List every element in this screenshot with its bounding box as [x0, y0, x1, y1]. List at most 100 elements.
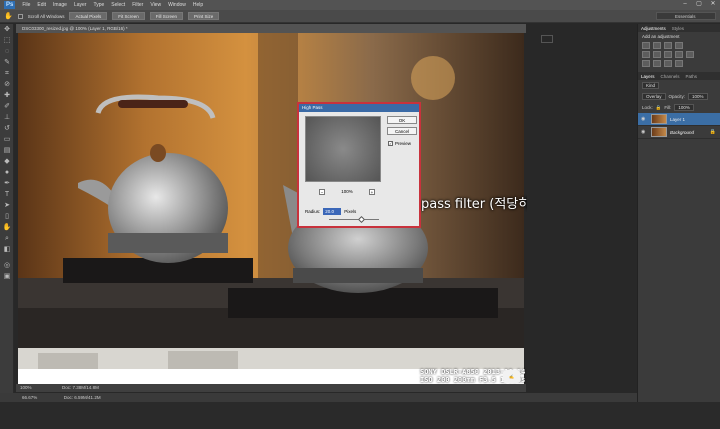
gradient-tool-icon[interactable]: ▤ [0, 145, 14, 156]
preview-option[interactable]: ✓ Preview [388, 141, 411, 146]
threshold-icon[interactable] [664, 60, 672, 67]
layer-row-layer1[interactable]: ◉ Layer 1 [638, 113, 720, 126]
menu-view[interactable]: View [150, 2, 161, 8]
quick-mask-icon[interactable]: ◎ [0, 260, 14, 271]
zoom-in-button[interactable]: + [368, 188, 375, 195]
tab-styles[interactable]: Styles [672, 26, 684, 31]
collapsed-panel-icon[interactable] [541, 35, 553, 43]
ok-button[interactable]: OK [387, 116, 417, 124]
brightness-icon[interactable] [642, 42, 650, 49]
adjustment-icons-row-3 [638, 59, 720, 68]
document-tab[interactable]: DSC03300_resized.jpg @ 100% (Layer 1, RG… [16, 24, 526, 33]
screen-mode-icon[interactable]: ▣ [0, 271, 14, 282]
brush-tool-icon[interactable]: ✐ [0, 101, 14, 112]
exposure-icon[interactable] [675, 42, 683, 49]
menu-filter[interactable]: Filter [132, 2, 143, 8]
tab-adjustments[interactable]: Adjustments [641, 26, 666, 31]
doc-size-readout[interactable]: Doc: 7.38M/14.8M [62, 385, 99, 390]
move-tool-icon[interactable]: ✥ [0, 24, 14, 35]
pen-tool-icon[interactable]: ✒ [0, 178, 14, 189]
eyedropper-tool-icon[interactable]: ⊘ [0, 79, 14, 90]
eraser-tool-icon[interactable]: ▭ [0, 134, 14, 145]
print-size-button[interactable]: Print Size [188, 12, 220, 20]
layer-row-background[interactable]: ◉ Background 🔒 [638, 126, 720, 139]
photo-filter-icon[interactable] [686, 51, 694, 58]
close-button[interactable]: ✕ [706, 0, 720, 9]
levels-icon[interactable] [653, 42, 661, 49]
stamp-tool-icon[interactable]: ⊥ [0, 112, 14, 123]
visibility-eye-icon[interactable]: ◉ [641, 116, 648, 122]
tab-layers[interactable]: Layers [641, 74, 655, 79]
bw-icon[interactable] [675, 51, 683, 58]
menu-select[interactable]: Select [111, 2, 125, 8]
zoom-tool-icon[interactable]: ⌕ [0, 233, 14, 244]
blend-mode-select[interactable]: Overlay [642, 93, 666, 100]
menu-help[interactable]: Help [193, 2, 203, 8]
filter-preview-pane[interactable] [305, 116, 381, 182]
photoshop-logo: Ps [4, 1, 16, 9]
doc-size-readout-2[interactable]: Doc: 6.59M/41.2M [64, 395, 101, 400]
path-select-tool-icon[interactable]: ➤ [0, 200, 14, 211]
workspace-switcher[interactable]: Essentials [656, 12, 716, 20]
zoom-readout-2[interactable]: 66.67% [22, 395, 37, 400]
opacity-label: Opacity: [668, 94, 686, 99]
fill-screen-button[interactable]: Fill Screen [149, 12, 184, 20]
adjustment-icons-row-2 [638, 50, 720, 59]
type-tool-icon[interactable]: T [0, 189, 14, 200]
maximize-button[interactable]: ▢ [692, 0, 706, 9]
vibrance-icon[interactable] [642, 51, 650, 58]
opacity-input[interactable]: 100% [688, 93, 708, 100]
shape-tool-icon[interactable]: ▯ [0, 211, 14, 222]
menu-edit[interactable]: Edit [37, 2, 46, 8]
hand-tool-icon: ✋ [4, 13, 13, 20]
lock-label: Lock: [642, 105, 653, 110]
radius-slider-handle[interactable] [357, 215, 366, 224]
fill-input[interactable]: 100% [674, 104, 694, 111]
options-bar: ✋ Scroll All Windows Actual Pixels Fit S… [0, 10, 720, 23]
layers-tabs: Layers Channels Paths [638, 72, 720, 80]
menu-file[interactable]: File [22, 2, 30, 8]
layer-thumbnail [651, 127, 667, 137]
crop-tool-icon[interactable]: ⌗ [0, 68, 14, 79]
gradient-map-icon[interactable] [675, 60, 683, 67]
menu-layer[interactable]: Layer [74, 2, 87, 8]
lock-row: Lock: 🔒 Fill: 100% [638, 102, 720, 113]
blur-tool-icon[interactable]: ◆ [0, 156, 14, 167]
marquee-tool-icon[interactable]: ⬚ [0, 35, 14, 46]
quick-select-tool-icon[interactable]: ✎ [0, 57, 14, 68]
curves-icon[interactable] [664, 42, 672, 49]
history-brush-icon[interactable]: ↺ [0, 123, 14, 134]
radius-slider-track[interactable] [329, 219, 379, 220]
menu-type[interactable]: Type [93, 2, 104, 8]
preview-checkbox[interactable]: ✓ [388, 141, 393, 146]
color-swatches-icon[interactable]: ◧ [0, 244, 14, 260]
zoom-readout[interactable]: 100% [20, 385, 32, 390]
lock-icon[interactable]: 🔒 [656, 105, 662, 111]
document-tab-title: DSC03300_resized.jpg @ 100% (Layer 1, RG… [22, 26, 128, 31]
tab-channels[interactable]: Channels [661, 74, 680, 79]
fit-screen-button[interactable]: Fit Screen [112, 12, 145, 20]
dodge-tool-icon[interactable]: ● [0, 167, 14, 178]
actual-pixels-button[interactable]: Actual Pixels [69, 12, 108, 20]
scroll-all-checkbox[interactable] [17, 13, 23, 19]
posterize-icon[interactable] [653, 60, 661, 67]
healing-tool-icon[interactable]: ✚ [0, 90, 14, 101]
radius-input[interactable]: 20.0 [323, 208, 342, 215]
tab-paths[interactable]: Paths [686, 74, 698, 79]
menu-window[interactable]: Window [168, 2, 186, 8]
hue-icon[interactable] [653, 51, 661, 58]
minimize-button[interactable]: – [678, 0, 692, 9]
cancel-button[interactable]: Cancel [387, 127, 417, 135]
color-balance-icon[interactable] [664, 51, 672, 58]
hand-tool-icon[interactable]: ✋ [0, 222, 14, 233]
lasso-tool-icon[interactable]: ◌ [0, 46, 14, 57]
invert-icon[interactable] [642, 60, 650, 67]
layer-lock-icon: 🔒 [709, 129, 716, 135]
visibility-eye-icon[interactable]: ◉ [641, 129, 648, 135]
kind-filter-select[interactable]: Kind [642, 82, 660, 89]
layer-name: Layer 1 [670, 116, 686, 122]
zoom-out-button[interactable]: − [319, 188, 325, 195]
menu-image[interactable]: Image [53, 2, 67, 8]
dialog-title: High Pass [299, 104, 419, 112]
high-pass-dialog: High Pass − 100% + OK Cancel ✓ Preview R… [297, 102, 421, 228]
